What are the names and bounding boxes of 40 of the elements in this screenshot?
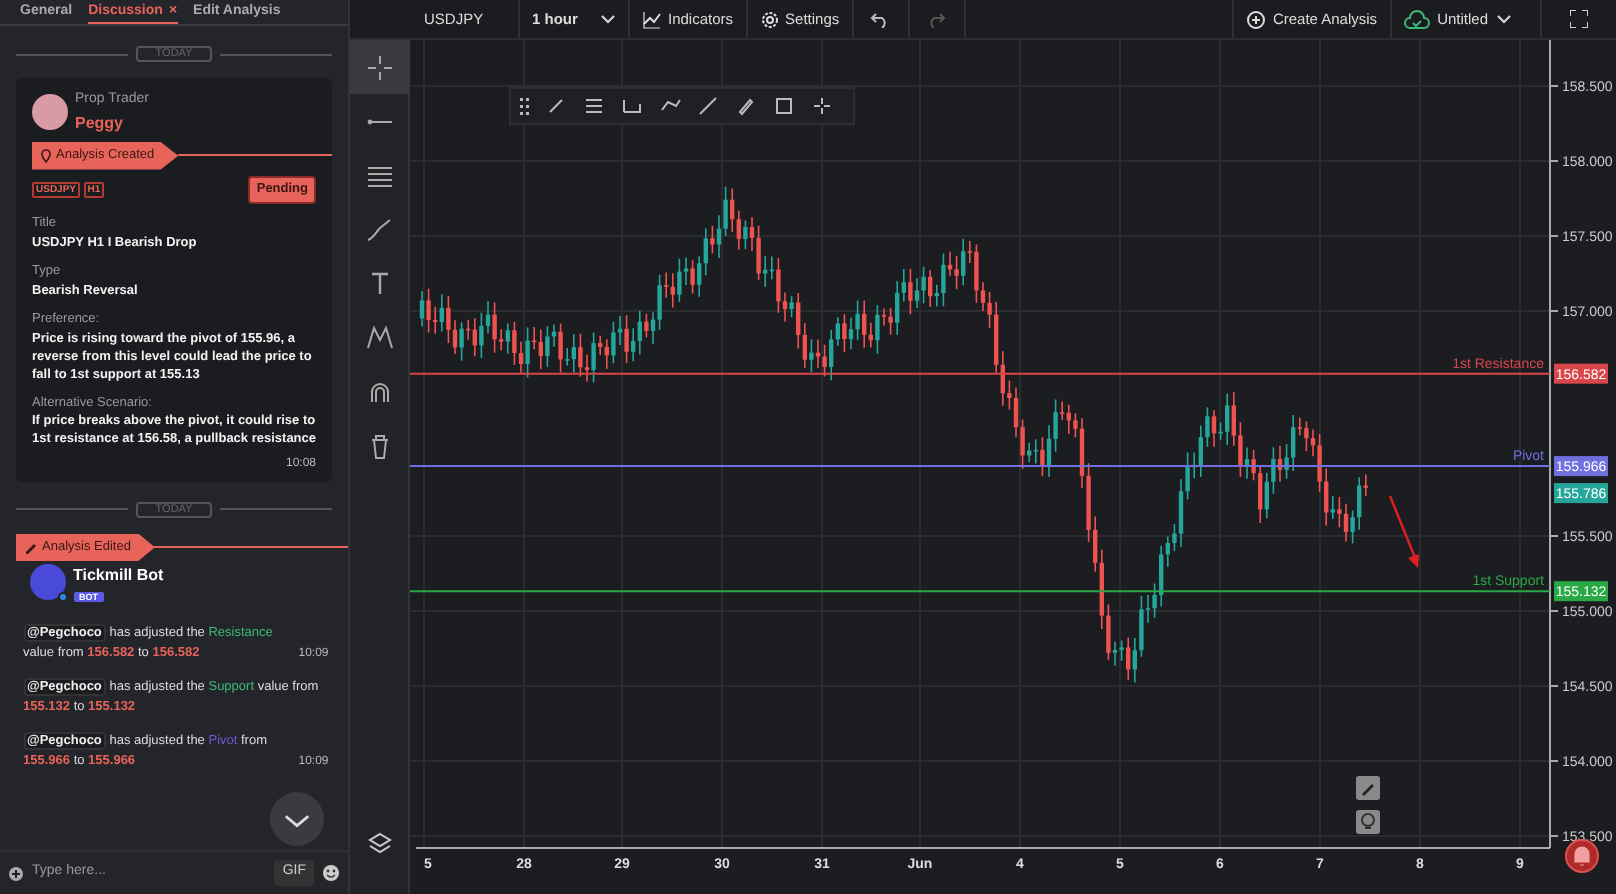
ruler-tool-icon[interactable] bbox=[623, 99, 641, 113]
online-dot bbox=[58, 592, 68, 603]
add-circle-icon bbox=[1246, 9, 1267, 29]
drag-handle-icon[interactable] bbox=[520, 98, 529, 115]
pencil-tool-icon[interactable] bbox=[738, 98, 754, 116]
brush-icon bbox=[365, 215, 393, 243]
undo-icon bbox=[870, 11, 891, 27]
avatar bbox=[32, 94, 68, 131]
level-line[interactable] bbox=[410, 465, 1551, 468]
lightbulb-button[interactable] bbox=[1356, 810, 1380, 834]
author-name: Peggy bbox=[75, 111, 126, 135]
arrow-drawing[interactable] bbox=[1388, 495, 1419, 568]
chart-line-icon bbox=[642, 9, 662, 29]
crosshair-icon bbox=[365, 53, 393, 81]
scroll-down-button[interactable] bbox=[270, 792, 324, 846]
emoji-icon bbox=[322, 864, 340, 882]
magnet-icon bbox=[365, 377, 393, 405]
crosshair-tool-icon[interactable] bbox=[813, 97, 831, 115]
line-tool-icon[interactable] bbox=[549, 99, 563, 113]
settings-icon bbox=[759, 9, 780, 29]
layers-icon bbox=[365, 829, 393, 857]
pin-icon bbox=[40, 147, 52, 164]
plus-icon bbox=[8, 865, 24, 881]
pencil-button[interactable] bbox=[1356, 776, 1380, 800]
cloud-check-icon bbox=[1403, 9, 1430, 29]
fullscreen-icon bbox=[1570, 10, 1588, 28]
author-name: Tickmill Bot bbox=[73, 564, 164, 589]
chevron-down-icon bbox=[600, 14, 616, 24]
notification-button[interactable] bbox=[1565, 839, 1599, 873]
pencil-icon bbox=[24, 540, 38, 555]
square-tool-icon[interactable] bbox=[776, 98, 792, 114]
level-line[interactable] bbox=[410, 590, 1551, 593]
line-tool-icon[interactable] bbox=[699, 97, 717, 115]
pattern-icon bbox=[365, 323, 393, 351]
chevron-down-icon bbox=[1496, 14, 1512, 24]
parallel-lines-icon bbox=[365, 161, 393, 189]
shape-tool-icon[interactable] bbox=[661, 99, 681, 111]
lines-tool-icon[interactable] bbox=[585, 99, 603, 113]
level-line[interactable] bbox=[410, 372, 1551, 375]
redo-icon bbox=[926, 11, 947, 27]
